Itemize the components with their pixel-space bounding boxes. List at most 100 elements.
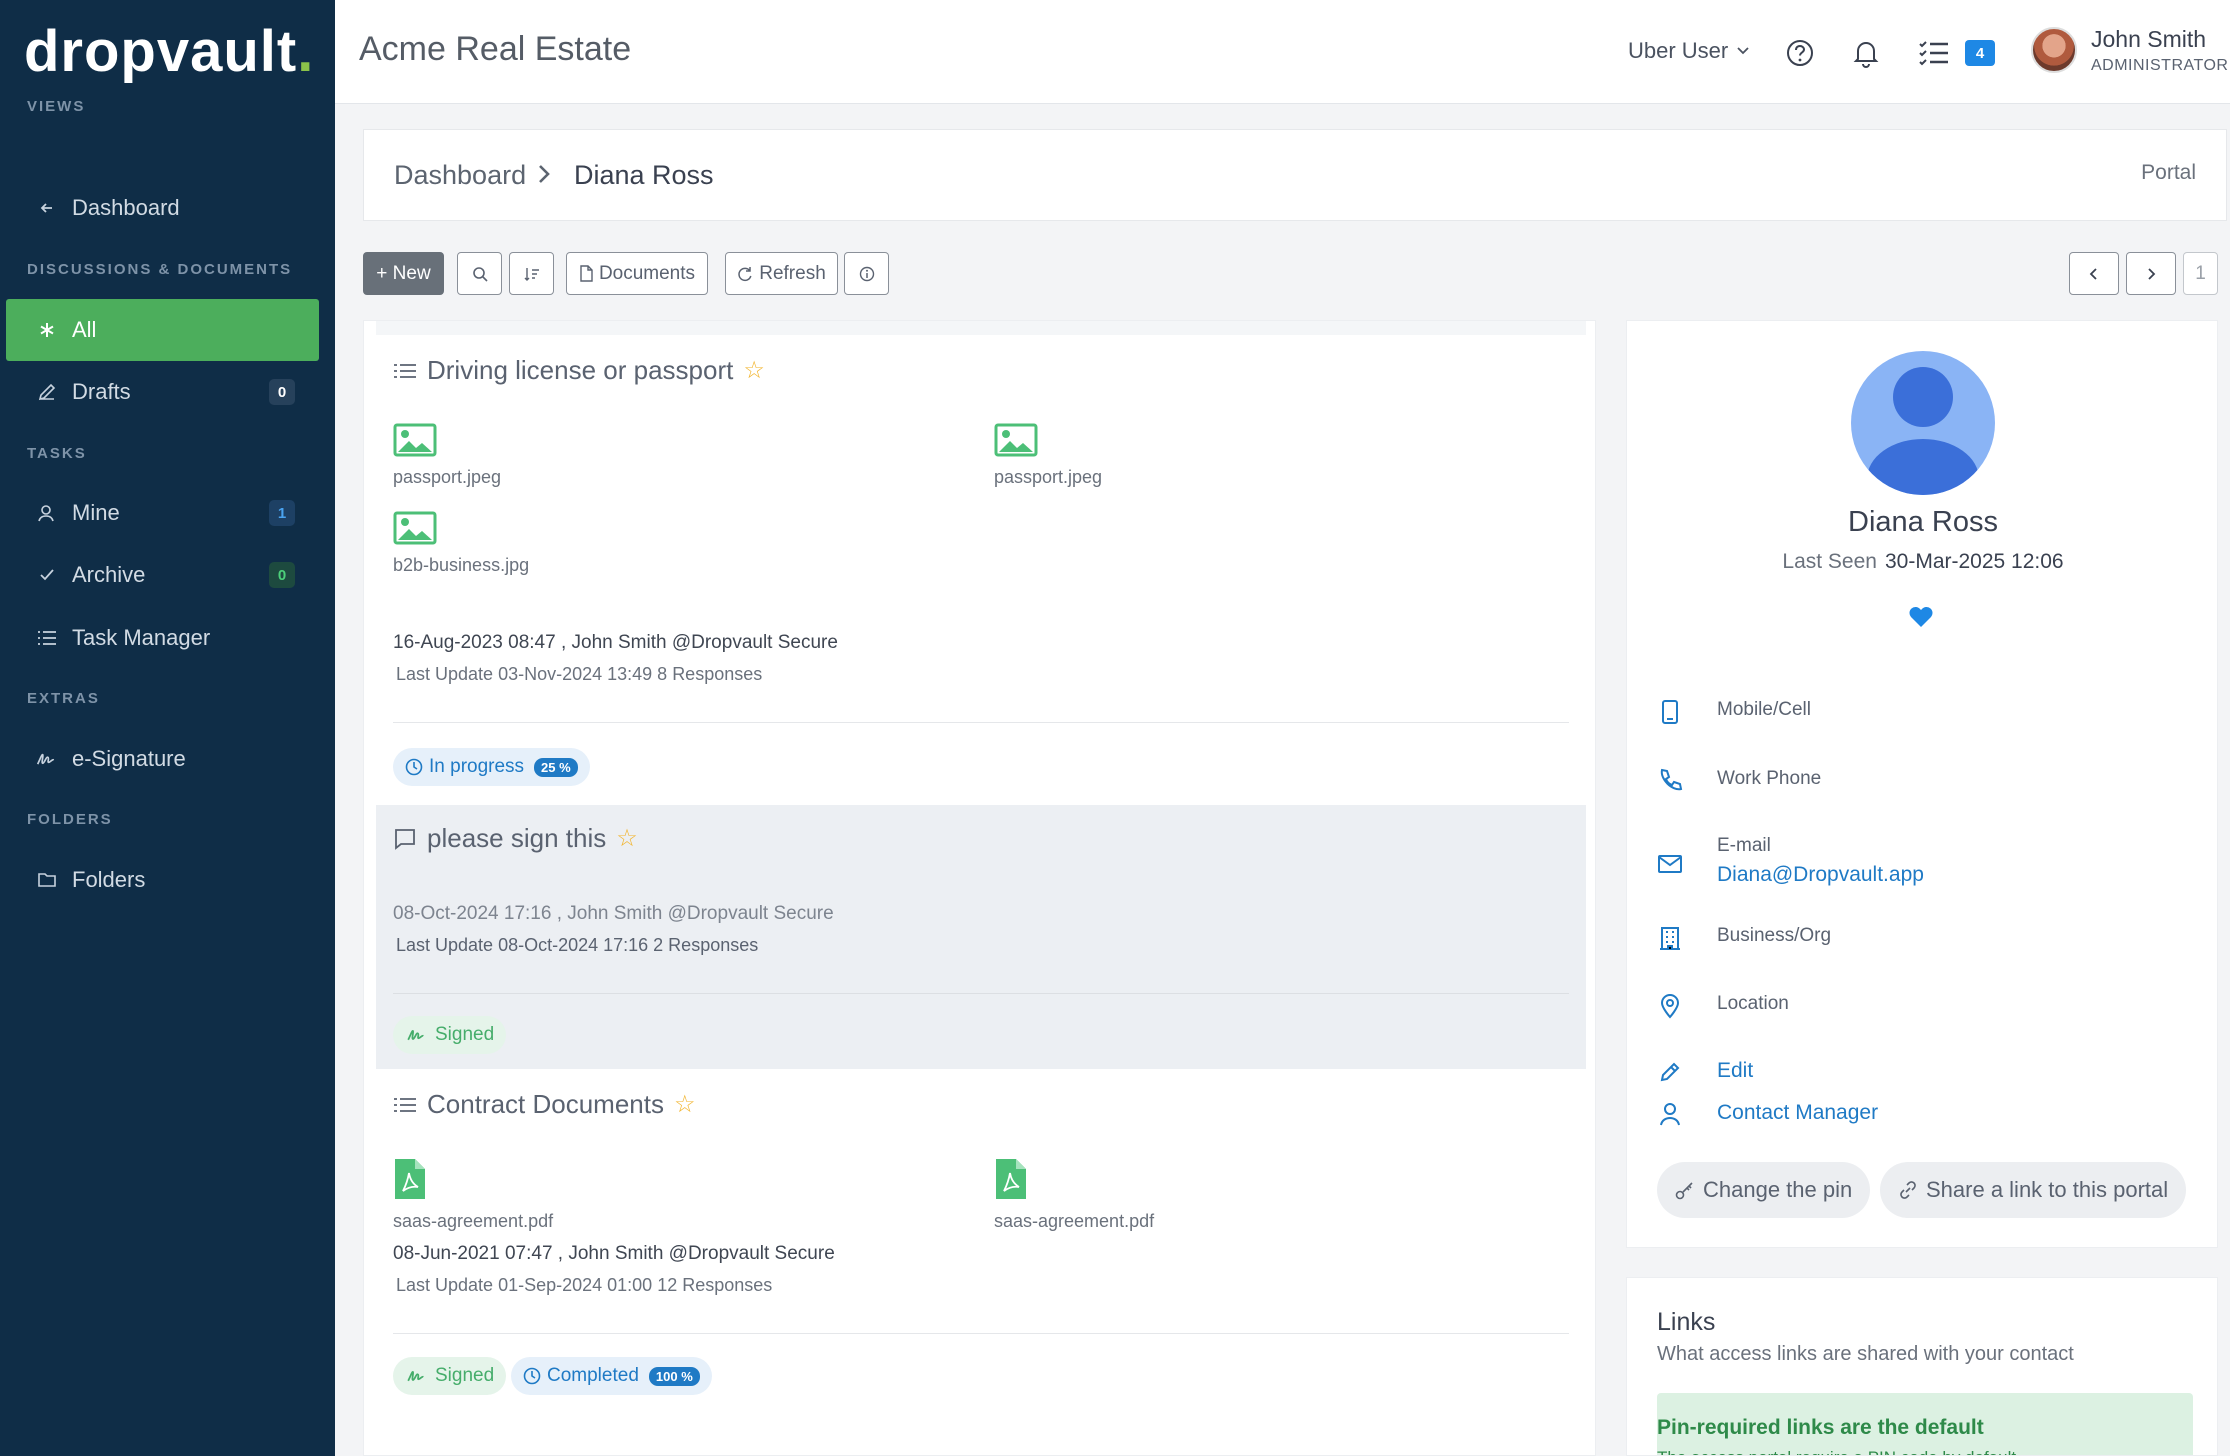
map-pin-icon — [1657, 993, 1683, 1019]
avatar[interactable] — [2031, 27, 2077, 73]
chevron-down-icon — [1736, 46, 1750, 56]
email-link[interactable]: Diana@Dropvault.app — [1717, 863, 1924, 886]
business-row[interactable]: Business/Org — [1657, 925, 1831, 951]
tasks-icon[interactable] — [1917, 36, 1951, 70]
clock-icon — [405, 758, 423, 776]
sidebar-item-drafts[interactable]: Drafts 0 — [6, 361, 319, 423]
update-info: Last Update 01-Sep-2024 01:00 12 Respons… — [396, 1275, 773, 1295]
chevron-right-icon — [537, 163, 551, 185]
sidebar-item-e-signature[interactable]: e-Signature — [6, 728, 319, 790]
work-phone-row[interactable]: Work Phone — [1657, 768, 1821, 794]
list-icon — [36, 627, 58, 649]
file-attachment[interactable]: passport.jpeg — [994, 423, 1102, 488]
refresh-button[interactable]: Refresh — [725, 252, 838, 295]
prev-page-button[interactable] — [2069, 252, 2119, 295]
breadcrumb-dashboard[interactable]: Dashboard — [394, 160, 526, 191]
mobile-label: Mobile/Cell — [1717, 699, 1811, 720]
status-badge[interactable]: Completed 100 % — [511, 1357, 712, 1395]
user-name[interactable]: John Smith — [2091, 26, 2206, 53]
links-panel: Links What access links are shared with … — [1626, 1277, 2218, 1456]
sidebar-item-label: All — [72, 317, 97, 342]
top-bar: Acme Real Estate Uber User 4 John Smith … — [335, 0, 2230, 104]
star-icon[interactable]: ☆ — [616, 824, 638, 853]
info-button[interactable] — [844, 252, 889, 295]
sidebar-item-all[interactable]: All — [6, 299, 319, 361]
card-title[interactable]: Contract Documents ☆ — [393, 1089, 696, 1120]
created-info: 16-Aug-2023 08:47 , John Smith @Dropvaul… — [393, 632, 838, 653]
sort-button[interactable] — [509, 252, 554, 295]
pin-notice-text: The access portal require a PIN code by … — [1657, 1448, 2016, 1455]
signature-icon — [36, 748, 58, 770]
star-icon[interactable]: ☆ — [674, 1090, 696, 1119]
file-attachment[interactable]: saas-agreement.pdf — [994, 1157, 1154, 1232]
heart-icon[interactable] — [1908, 605, 1934, 629]
tasks-count-badge[interactable]: 4 — [1965, 40, 1995, 66]
location-row[interactable]: Location — [1657, 993, 1789, 1019]
new-button-label: + New — [376, 262, 431, 284]
card-title[interactable]: please sign this ☆ — [393, 823, 638, 854]
file-attachment[interactable]: passport.jpeg — [393, 423, 501, 488]
user-icon — [36, 502, 58, 524]
image-file-icon — [393, 511, 529, 545]
work-phone-label: Work Phone — [1717, 768, 1822, 789]
share-link-button[interactable]: Share a link to this portal — [1880, 1162, 2187, 1218]
sidebar-item-folders[interactable]: Folders — [6, 849, 319, 911]
documents-button[interactable]: Documents — [566, 252, 708, 295]
user-role: ADMINISTRATOR — [2091, 57, 2229, 74]
contact-panel: Diana Ross Last Seen 30-Mar-2025 12:06 Mo… — [1626, 320, 2218, 1248]
status-badge[interactable]: In progress 25 % — [393, 748, 590, 786]
image-file-icon — [393, 423, 501, 457]
breadcrumb: Dashboard Diana Ross Portal — [363, 129, 2227, 221]
help-icon[interactable] — [1783, 36, 1817, 70]
page-number[interactable]: 1 — [2183, 252, 2218, 295]
section-extras: EXTRAS — [27, 690, 100, 707]
portal-link[interactable]: Portal — [2141, 161, 2196, 185]
change-pin-button[interactable]: Change the pin — [1657, 1162, 1871, 1218]
sidebar-item-label: e-Signature — [72, 746, 186, 771]
file-attachment[interactable]: saas-agreement.pdf — [393, 1157, 553, 1232]
edit-row[interactable]: Edit — [1657, 1059, 1753, 1085]
discussion-card[interactable]: Driving license or passport ☆ passport.j… — [376, 335, 1586, 805]
pdf-file-icon — [994, 1157, 1154, 1201]
sidebar-item-dashboard[interactable]: Dashboard — [6, 177, 319, 239]
contact-manager-row[interactable]: Contact Manager — [1657, 1101, 1878, 1127]
signed-badge[interactable]: Signed — [393, 1357, 507, 1395]
mobile-row[interactable]: Mobile/Cell — [1657, 699, 1811, 725]
next-page-button[interactable] — [2126, 252, 2176, 295]
file-attachment[interactable]: b2b-business.jpg — [393, 511, 529, 576]
search-button[interactable] — [457, 252, 502, 295]
sidebar-item-task-manager[interactable]: Task Manager — [6, 607, 319, 669]
logo[interactable]: dropvault. — [24, 20, 314, 84]
new-button[interactable]: + New — [363, 252, 444, 295]
contact-avatar — [1851, 351, 1995, 495]
sidebar-item-archive[interactable]: Archive 0 — [6, 544, 319, 606]
sidebar: dropvault. VIEWS Dashboard DISCUSSIONS &… — [0, 0, 335, 1456]
clock-icon — [523, 1367, 541, 1385]
share-link-label: Share a link to this portal — [1926, 1177, 2169, 1202]
chat-icon — [393, 827, 417, 851]
refresh-icon — [737, 266, 753, 282]
card-title[interactable]: Driving license or passport ☆ — [393, 355, 765, 386]
sidebar-item-mine[interactable]: Mine 1 — [6, 482, 319, 544]
building-icon — [1657, 925, 1683, 951]
card-divider — [393, 1333, 1569, 1334]
info-icon — [859, 266, 875, 282]
email-row[interactable]: E-mail Diana@Dropvault.app — [1657, 835, 1924, 887]
last-seen-label: Last Seen — [1782, 550, 1877, 573]
star-icon[interactable]: ☆ — [743, 356, 765, 385]
document-icon — [579, 265, 593, 282]
signed-label: Signed — [435, 1365, 495, 1386]
discussion-card[interactable]: Contract Documents ☆ saas-agreement.pdf … — [376, 1069, 1586, 1455]
section-tasks: TASKS — [27, 445, 87, 462]
contact-manager-link[interactable]: Contact Manager — [1717, 1101, 1878, 1125]
update-info: Last Update 08-Oct-2024 17:16 2 Response… — [396, 935, 759, 955]
edit-link[interactable]: Edit — [1717, 1059, 1753, 1083]
file-name: saas-agreement.pdf — [994, 1211, 1155, 1231]
business-label: Business/Org — [1717, 925, 1832, 946]
role-switcher[interactable]: Uber User — [1628, 38, 1750, 64]
card-divider — [393, 722, 1569, 723]
card-title-text: Contract Documents — [427, 1089, 664, 1119]
discussion-card[interactable]: please sign this ☆ 08-Oct-2024 17:16 , J… — [376, 805, 1586, 1069]
bell-icon[interactable] — [1849, 36, 1883, 70]
signed-badge[interactable]: Signed — [393, 1016, 507, 1054]
